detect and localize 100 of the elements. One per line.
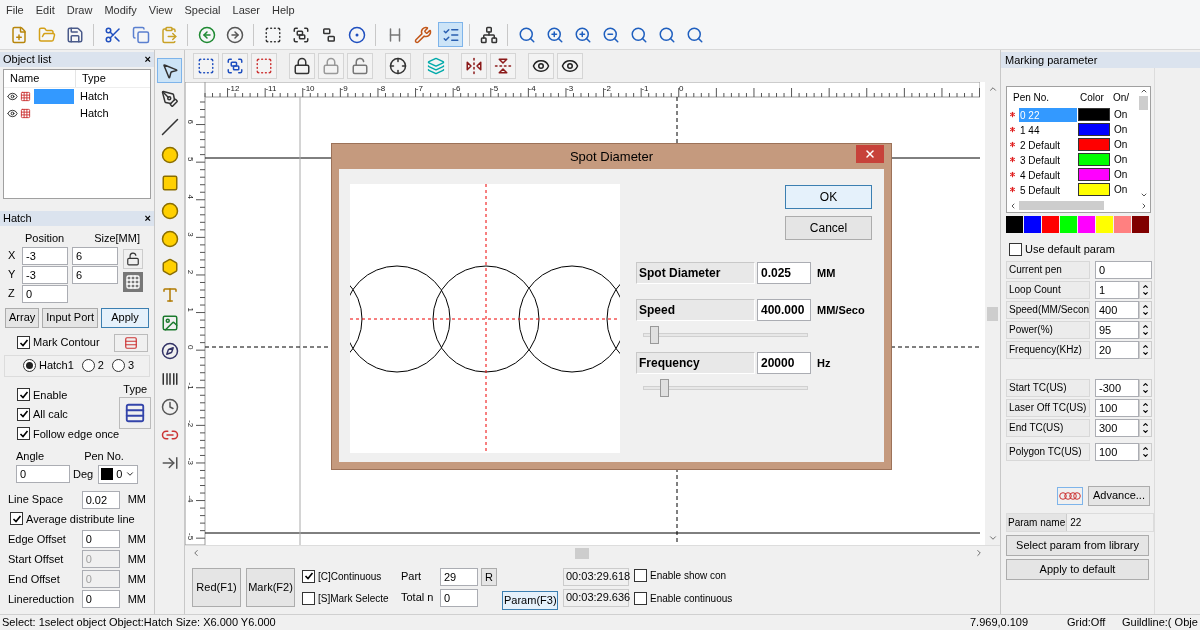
close-button[interactable]: × — [144, 210, 151, 227]
pen-select[interactable]: 0 — [98, 464, 139, 484]
pen-cell[interactable]: 1 44 — [1019, 122, 1077, 137]
pen-cell[interactable]: 2 Default — [1019, 137, 1077, 152]
input-field[interactable]: 20000 — [757, 352, 811, 374]
color-swatch[interactable] — [1078, 216, 1095, 233]
dialog-button[interactable]: OK — [785, 185, 872, 209]
input-field[interactable]: -300 — [1095, 378, 1139, 397]
rings-button[interactable] — [1057, 486, 1083, 505]
checkbox[interactable] — [17, 427, 30, 441]
input-field[interactable]: 1 — [1095, 280, 1139, 299]
radio-button[interactable] — [112, 359, 125, 372]
input-field[interactable]: 20 — [1095, 340, 1139, 359]
input-field[interactable]: 300 — [1095, 418, 1139, 437]
spin-button[interactable] — [1139, 378, 1152, 397]
input-field[interactable]: 0 — [440, 588, 478, 607]
list-tool[interactable] — [438, 22, 463, 47]
eye-tool[interactable] — [528, 53, 554, 79]
action-button[interactable]: Mark(F2) — [246, 567, 295, 607]
group-tool[interactable] — [222, 53, 248, 79]
unlock-tool[interactable] — [347, 53, 373, 79]
menu-item[interactable]: Edit — [29, 1, 61, 19]
checkbox[interactable] — [302, 591, 315, 605]
panel-button[interactable]: Apply to default — [1006, 558, 1149, 580]
close-button[interactable]: × — [144, 51, 151, 68]
input-field[interactable]: 400 — [1095, 300, 1139, 319]
checkbox[interactable] — [634, 569, 647, 582]
dialog-button[interactable]: Cancel — [785, 216, 872, 240]
color-swatch[interactable] — [1096, 216, 1113, 233]
input-field[interactable]: 0 — [81, 590, 120, 608]
column-header[interactable]: Name — [4, 70, 76, 87]
mirror-tool[interactable] — [461, 53, 487, 79]
spin-button[interactable] — [1139, 280, 1152, 299]
panel-button[interactable]: Array — [5, 307, 40, 328]
panel-button[interactable]: Apply — [101, 307, 149, 328]
checkbox[interactable] — [17, 388, 30, 402]
color-swatch[interactable] — [1042, 216, 1059, 233]
layers-tool[interactable] — [423, 53, 449, 79]
spin-button[interactable] — [1139, 398, 1152, 417]
crosshair-tool[interactable] — [385, 53, 411, 79]
slider-thumb[interactable] — [659, 379, 669, 397]
lock-tool[interactable] — [289, 53, 315, 79]
menu-item[interactable]: Modify — [98, 1, 143, 19]
input-field[interactable]: 0 — [1095, 260, 1152, 279]
slider-thumb[interactable] — [649, 326, 659, 344]
checkbox[interactable] — [302, 569, 315, 583]
spin-button[interactable] — [1139, 300, 1152, 319]
radio-button[interactable] — [23, 359, 36, 372]
input-field[interactable]: 100 — [1095, 442, 1139, 461]
spin-button[interactable] — [1139, 320, 1152, 339]
input-field[interactable]: 6 — [72, 265, 118, 284]
scrollbar-thumb[interactable] — [1139, 96, 1148, 110]
column-header[interactable]: Pen No. — [1007, 89, 1077, 105]
vertical-scrollbar[interactable] — [1137, 87, 1150, 199]
eye-icon[interactable] — [7, 108, 18, 119]
column-header[interactable]: Type — [76, 70, 112, 87]
input-field[interactable]: 0.02 — [81, 490, 120, 509]
eye-icon[interactable] — [7, 91, 18, 102]
pen-cell[interactable]: 5 Default — [1019, 182, 1077, 197]
checkbox[interactable] — [10, 512, 23, 526]
spin-button[interactable] — [1139, 442, 1152, 461]
spin-button[interactable] — [1139, 418, 1152, 437]
advance-button[interactable]: Advance... — [1088, 485, 1150, 506]
input-field[interactable]: 95 — [1095, 320, 1139, 339]
dashed-square-tool[interactable] — [193, 53, 219, 79]
menu-item[interactable]: Laser — [226, 1, 267, 19]
panel-button[interactable]: Select param from library — [1006, 534, 1149, 556]
input-field[interactable]: 400.000 — [757, 299, 811, 321]
pointer-tool[interactable] — [157, 58, 182, 83]
checkbox[interactable] — [17, 336, 30, 349]
pen-cell[interactable]: 3 Default — [1019, 152, 1077, 167]
scrollbar-thumb[interactable] — [575, 547, 589, 559]
grid-button[interactable] — [123, 271, 143, 292]
input-field[interactable]: -3 — [22, 265, 68, 284]
param-button[interactable]: Param(F3) — [502, 591, 558, 610]
input-field[interactable]: 0 — [81, 530, 120, 548]
close-button[interactable] — [856, 145, 884, 163]
pen-cell[interactable]: 4 Default — [1019, 167, 1077, 182]
menu-item[interactable]: Draw — [60, 1, 99, 19]
color-swatch[interactable] — [1060, 216, 1077, 233]
checkbox[interactable] — [634, 592, 647, 605]
color-swatch[interactable] — [1132, 216, 1149, 233]
radio-button[interactable] — [81, 359, 95, 372]
checkbox[interactable] — [17, 407, 30, 421]
spin-button[interactable] — [1139, 340, 1152, 359]
panel-button[interactable]: Input Port — [42, 307, 98, 328]
hatch-type-button[interactable] — [119, 397, 152, 429]
input-field[interactable]: 100 — [1095, 398, 1139, 417]
column-header[interactable]: Color — [1077, 89, 1111, 105]
scrollbar-thumb[interactable] — [987, 306, 998, 321]
input-field[interactable]: 0 — [22, 284, 68, 303]
input-field[interactable]: 29 — [440, 567, 478, 586]
action-button[interactable]: Red(F1) — [192, 567, 241, 607]
column-header[interactable]: On/ — [1111, 89, 1130, 105]
input-field[interactable]: 0 — [16, 465, 70, 483]
lock-button[interactable] — [123, 248, 143, 269]
eye-tool[interactable] — [557, 53, 583, 79]
input-field[interactable]: 0.025 — [757, 262, 811, 284]
checkbox[interactable] — [1009, 242, 1022, 256]
menu-item[interactable]: Special — [178, 1, 227, 19]
